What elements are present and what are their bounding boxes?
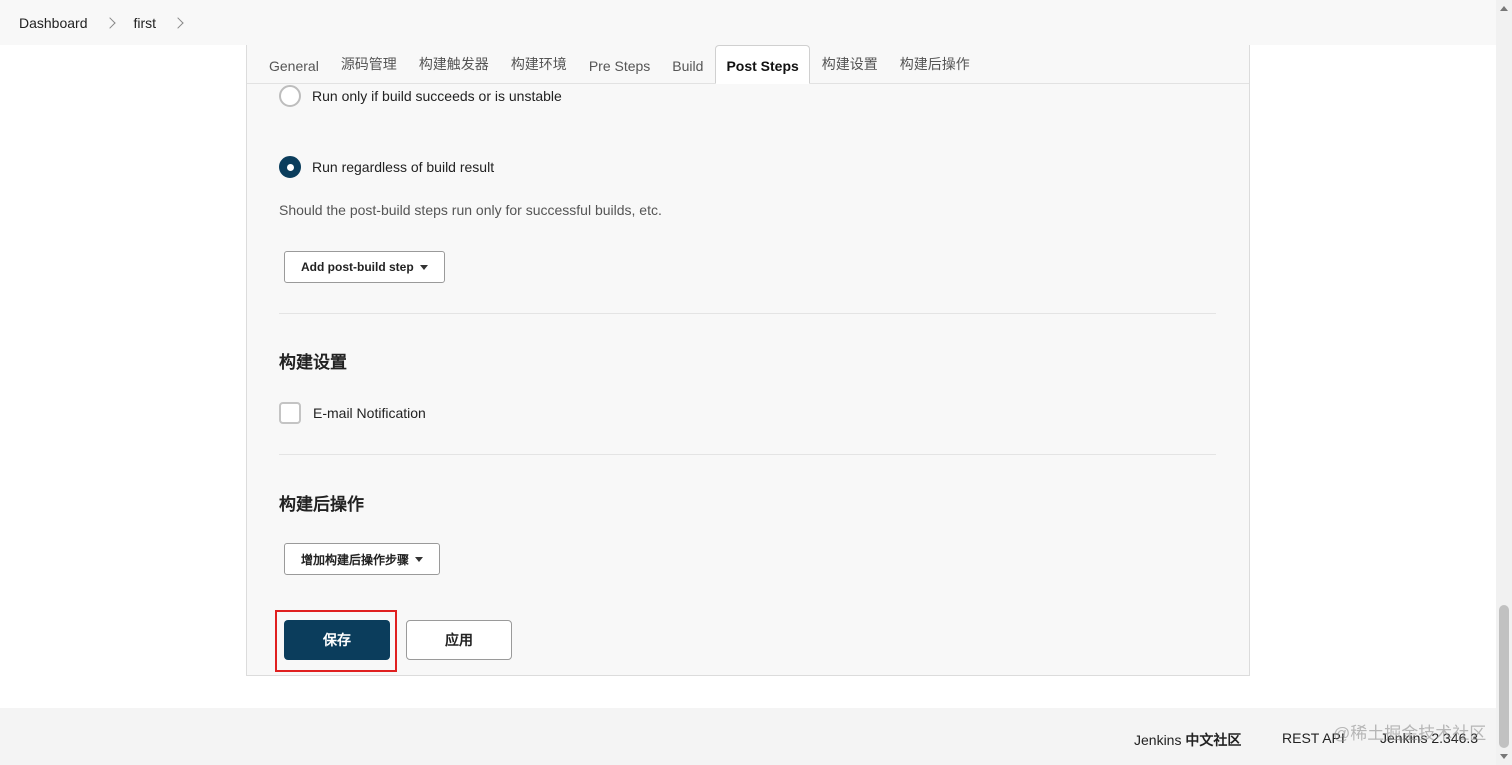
footer-community-suffix: 中文社区 — [1185, 732, 1242, 748]
footer-community-link[interactable]: Jenkins 中文社区 — [1134, 730, 1241, 750]
post-steps-option-success[interactable]: Run only if build succeeds or is unstabl… — [279, 85, 562, 107]
button-label: Add post-build step — [301, 260, 414, 274]
radio-unchecked[interactable] — [279, 85, 301, 107]
tab-build-triggers[interactable]: 构建触发器 — [409, 45, 499, 83]
scrollbar-thumb[interactable] — [1499, 605, 1509, 748]
radio-label: Run only if build succeeds or is unstabl… — [312, 88, 562, 104]
caret-down-icon — [415, 556, 424, 562]
tab-post-steps[interactable]: Post Steps — [715, 45, 810, 84]
tab-general[interactable]: General — [259, 45, 329, 83]
divider — [279, 313, 1216, 314]
breadcrumb-dashboard[interactable]: Dashboard — [19, 15, 88, 31]
radio-label: Run regardless of build result — [312, 159, 495, 175]
chevron-right-icon[interactable] — [172, 16, 184, 29]
tab-build[interactable]: Build — [662, 45, 713, 83]
apply-button[interactable]: 应用 — [406, 620, 512, 660]
config-tabs: General 源码管理 构建触发器 构建环境 Pre Steps Build … — [247, 45, 1249, 84]
post-steps-option-regardless[interactable]: Run regardless of build result — [279, 156, 494, 178]
save-button[interactable]: 保存 — [284, 620, 390, 660]
scroll-down-icon[interactable] — [1500, 754, 1508, 759]
scroll-up-icon[interactable] — [1500, 6, 1508, 11]
post-steps-help: Should the post-build steps run only for… — [279, 202, 662, 218]
tab-post-build-actions[interactable]: 构建后操作 — [890, 45, 980, 83]
chevron-right-icon[interactable] — [103, 16, 116, 29]
breadcrumb-first[interactable]: first — [134, 15, 157, 31]
tab-pre-steps[interactable]: Pre Steps — [579, 45, 660, 83]
email-notification-checkbox[interactable] — [279, 402, 301, 424]
section-title-post-build: 构建后操作 — [279, 495, 364, 514]
watermark: @稀土掘金技术社区 — [1333, 724, 1487, 743]
tab-build-settings[interactable]: 构建设置 — [812, 45, 888, 83]
footer-community-prefix: Jenkins — [1134, 732, 1182, 748]
radio-checked[interactable] — [279, 156, 301, 178]
add-post-build-step-button[interactable]: Add post-build step — [284, 251, 445, 283]
checkbox-label: E-mail Notification — [313, 405, 426, 421]
add-post-build-action-button[interactable]: 增加构建后操作步骤 — [284, 543, 441, 575]
caret-down-icon — [419, 264, 428, 270]
divider — [279, 454, 1216, 455]
config-panel: General 源码管理 构建触发器 构建环境 Pre Steps Build … — [246, 45, 1250, 676]
section-title-build-settings: 构建设置 — [279, 353, 347, 372]
tab-source-code[interactable]: 源码管理 — [331, 45, 407, 83]
button-label: 增加构建后操作步骤 — [301, 552, 410, 567]
tab-build-environment[interactable]: 构建环境 — [501, 45, 577, 83]
breadcrumb: Dashboard first — [0, 0, 1512, 45]
email-notification-option[interactable]: E-mail Notification — [279, 402, 426, 424]
footer: Jenkins 中文社区 REST API Jenkins 2.346.3 — [0, 708, 1496, 765]
